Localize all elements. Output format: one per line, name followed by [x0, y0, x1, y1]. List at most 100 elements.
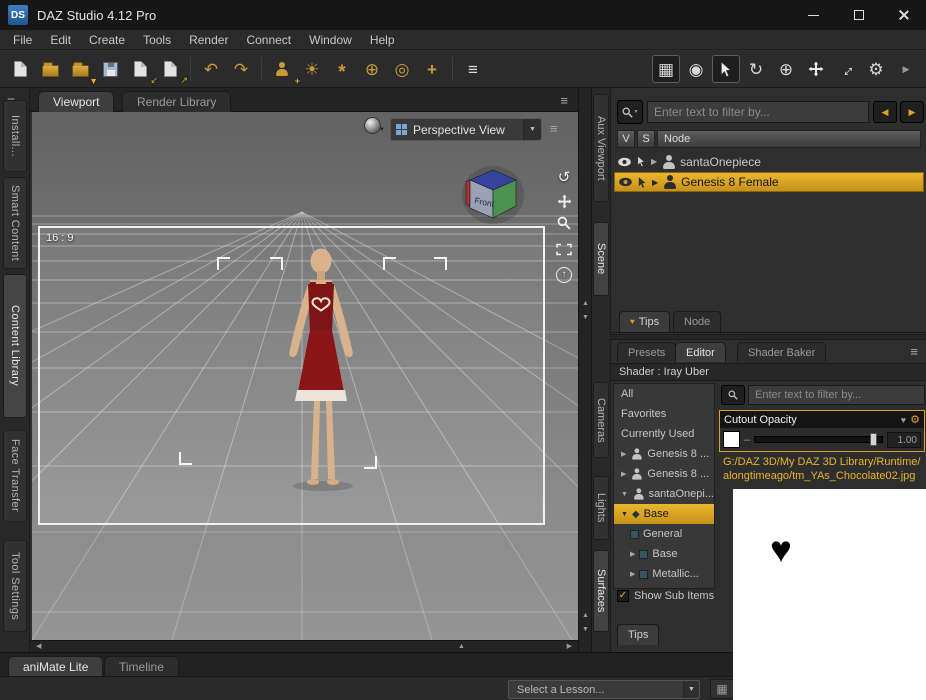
scroll-right-icon[interactable]: [567, 643, 572, 650]
surfaces-list-item-metallic[interactable]: Metallic...: [614, 564, 714, 584]
maximize-button[interactable]: [836, 0, 881, 30]
more-tools-button[interactable]: [892, 55, 920, 83]
node-column-header[interactable]: Node: [657, 130, 921, 148]
scene-bottom-tab-tips[interactable]: Tips: [619, 311, 670, 332]
camera-pan-icon[interactable]: [553, 190, 575, 212]
texture-map-swatch[interactable]: [723, 431, 740, 448]
visibility-column-header[interactable]: V: [617, 130, 635, 148]
camera-button[interactable]: [388, 55, 416, 83]
point-light-button[interactable]: [328, 55, 356, 83]
menu-window[interactable]: Window: [300, 30, 361, 50]
nudge-minus-icon[interactable]: [744, 434, 750, 446]
menu-edit[interactable]: Edit: [41, 30, 80, 50]
open-recent-button[interactable]: [66, 55, 94, 83]
expander-icon[interactable]: [621, 491, 628, 498]
aim-target-button[interactable]: [418, 55, 446, 83]
viewport-canvas[interactable]: 16 : 9 Perspective V: [32, 112, 578, 640]
draw-style-caret-icon[interactable]: [379, 127, 385, 133]
expander-icon[interactable]: [651, 157, 657, 166]
selection-column-header[interactable]: S: [637, 130, 655, 148]
genesis-figure[interactable]: [268, 244, 378, 509]
surfaces-tab-shader-baker[interactable]: Shader Baker: [737, 342, 826, 362]
opacity-slider[interactable]: [754, 436, 883, 443]
viewport-vertical-scrollbar[interactable]: [578, 88, 592, 652]
menu-tools[interactable]: Tools: [134, 30, 180, 50]
lesson-selector-dropdown[interactable]: Select a Lesson...: [508, 680, 700, 699]
surfaces-list-item-general[interactable]: General: [614, 524, 714, 544]
viewport-options-icon[interactable]: [550, 121, 558, 136]
surfaces-list-item-currently-used[interactable]: Currently Used: [614, 424, 714, 444]
minimize-button[interactable]: [791, 0, 836, 30]
import-button[interactable]: ↙: [126, 55, 154, 83]
surfaces-filter-search-button[interactable]: [721, 385, 745, 405]
export-button[interactable]: ↗: [156, 55, 184, 83]
viewport-horizontal-scrollbar[interactable]: [30, 640, 578, 652]
scroll-left-icon[interactable]: [36, 643, 41, 650]
expander-icon[interactable]: [621, 451, 626, 458]
scroll-down-icon[interactable]: [582, 314, 589, 321]
menu-file[interactable]: File: [4, 30, 41, 50]
menu-connect[interactable]: Connect: [237, 30, 300, 50]
translate-tool-button[interactable]: [802, 55, 830, 83]
expander-icon[interactable]: [630, 571, 635, 578]
globe-button[interactable]: [358, 55, 386, 83]
surfaces-tab-presets[interactable]: Presets: [617, 342, 676, 362]
eye-icon[interactable]: [617, 157, 632, 167]
right-tab-surfaces[interactable]: Surfaces: [593, 550, 609, 632]
tab-timeline[interactable]: Timeline: [104, 656, 179, 677]
camera-selector-dropdown[interactable]: Perspective View: [390, 118, 542, 141]
scene-filter-next-button[interactable]: [900, 101, 924, 123]
surfaces-filter-input[interactable]: [748, 385, 925, 405]
viewport-pane-menu-icon[interactable]: [560, 93, 568, 108]
menu-create[interactable]: Create: [80, 30, 134, 50]
new-file-button[interactable]: [6, 55, 34, 83]
tab-animate-lite[interactable]: aniMate Lite: [8, 656, 103, 677]
create-figure-button[interactable]: [268, 55, 296, 83]
scroll-down-icon[interactable]: [582, 626, 589, 633]
geometry-grid-tool-button[interactable]: [652, 55, 680, 83]
right-tab-scene[interactable]: Scene: [593, 222, 609, 296]
slider-handle[interactable]: [870, 433, 877, 446]
close-button[interactable]: [881, 0, 926, 30]
favorite-heart-icon[interactable]: [901, 415, 906, 425]
pane-layout-button[interactable]: [459, 55, 487, 83]
checkbox-checked-icon[interactable]: [617, 590, 629, 602]
save-button[interactable]: [96, 55, 124, 83]
redo-button[interactable]: [227, 55, 255, 83]
surfaces-list-item-all[interactable]: All: [614, 384, 714, 404]
right-tab-lights[interactable]: Lights: [593, 476, 609, 540]
open-button[interactable]: [36, 55, 64, 83]
camera-rotate-icon[interactable]: [553, 166, 575, 188]
rotate-tool-button[interactable]: [742, 55, 770, 83]
tool-settings-gear-button[interactable]: [862, 55, 890, 83]
surfaces-list-item-base-child[interactable]: Base: [614, 544, 714, 564]
left-tab-tool-settings[interactable]: Tool Settings: [3, 540, 27, 632]
surfaces-bottom-tab-tips[interactable]: Tips: [617, 624, 659, 645]
scroll-up-icon[interactable]: [582, 300, 589, 307]
property-gear-icon[interactable]: [910, 414, 920, 426]
scroll-up-icon[interactable]: [582, 612, 589, 619]
right-tab-aux-viewport[interactable]: Aux Viewport: [593, 94, 609, 202]
expander-icon[interactable]: [652, 178, 658, 187]
left-tab-install[interactable]: Install...: [3, 100, 27, 172]
left-tab-face-transfer[interactable]: Face Transfer: [3, 430, 27, 522]
universal-tool-button[interactable]: [772, 55, 800, 83]
opacity-value[interactable]: 1.00: [887, 432, 921, 448]
surfaces-list-item-santaonepiece[interactable]: santaOnepi...: [614, 484, 714, 504]
menu-help[interactable]: Help: [361, 30, 404, 50]
right-tab-cameras[interactable]: Cameras: [593, 382, 609, 458]
scene-filter-prev-button[interactable]: [873, 101, 897, 123]
splitter-nub-icon[interactable]: [458, 643, 465, 650]
eye-icon[interactable]: [618, 177, 633, 187]
expander-icon[interactable]: [621, 471, 626, 478]
layout-grid-button[interactable]: [710, 679, 734, 699]
expander-icon[interactable]: [630, 551, 635, 558]
show-sub-items-checkbox-row[interactable]: Show Sub Items: [617, 590, 714, 602]
scene-bottom-tab-node[interactable]: Node: [673, 311, 721, 332]
scale-tool-button[interactable]: [832, 55, 860, 83]
view-cube[interactable]: Front: [460, 160, 526, 226]
expander-icon[interactable]: [621, 511, 628, 518]
joint-editor-tool-button[interactable]: [682, 55, 710, 83]
cursor-icon[interactable]: [638, 177, 647, 188]
tab-viewport[interactable]: Viewport: [38, 91, 114, 112]
